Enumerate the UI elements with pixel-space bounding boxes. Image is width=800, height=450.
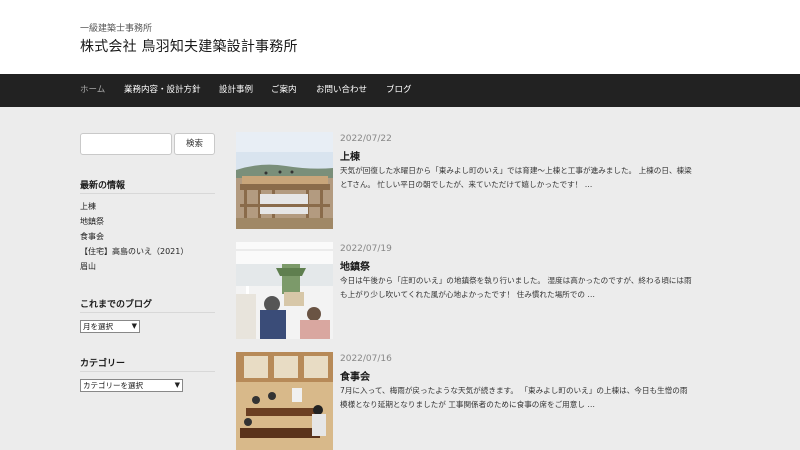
post-thumbnail[interactable] xyxy=(236,132,333,229)
archive-title: これまでのブログ xyxy=(80,300,153,310)
post-date: 2022/07/19 xyxy=(340,244,392,254)
site-subtitle: 一級建築士事務所 xyxy=(80,24,153,34)
widget-divider xyxy=(80,312,215,313)
nav-item-services[interactable]: 業務内容・設計方針 xyxy=(124,74,201,107)
post-thumbnail[interactable] xyxy=(236,352,333,450)
site-header: 一級建築士事務所 株式会社 鳥羽知夫建築設計事務所 xyxy=(0,0,800,74)
recent-post-link[interactable]: 上棟 xyxy=(80,201,96,212)
widget-divider xyxy=(80,193,215,194)
category-select[interactable]: カテゴリーを選択 ▼ xyxy=(80,379,183,392)
main-nav: ホーム 業務内容・設計方針 設計事例 ご案内 お問い合わせ ブログ xyxy=(0,74,800,107)
dinner-party-image xyxy=(236,352,333,450)
category-select-value: カテゴリーを選択 xyxy=(83,381,143,390)
nav-item-home[interactable]: ホーム xyxy=(80,74,105,107)
post-title[interactable]: 上棟 xyxy=(340,148,360,163)
recent-post-link[interactable]: 地鎮祭 xyxy=(80,216,104,227)
post-excerpt: 7月に入って、梅雨が戻ったような天気が続きます。 「東みよし町のいえ」の上棟は、… xyxy=(340,386,688,409)
post-date: 2022/07/16 xyxy=(340,354,392,364)
post-excerpt: 天気が回復した水曜日から「東みよし町のいえ」では育建〜上棟と工事が進みました。 … xyxy=(340,166,692,189)
recent-post-link[interactable]: 食事会 xyxy=(80,231,104,242)
groundbreaking-ceremony-image xyxy=(236,242,333,339)
chevron-down-icon: ▼ xyxy=(131,322,137,330)
recent-posts-title: 最新の情報 xyxy=(80,181,126,191)
post-title[interactable]: 地鎮祭 xyxy=(340,258,370,273)
nav-item-guide[interactable]: ご案内 xyxy=(271,74,297,107)
recent-post-link[interactable]: 【住宅】高島のいえ（2021） xyxy=(80,246,188,257)
site-title[interactable]: 株式会社 鳥羽知夫建築設計事務所 xyxy=(80,36,298,56)
widget-divider xyxy=(80,371,215,372)
nav-item-works[interactable]: 設計事例 xyxy=(219,74,253,107)
post-title[interactable]: 食事会 xyxy=(340,368,370,383)
post-date: 2022/07/22 xyxy=(340,134,392,144)
post-excerpt: 今日は午後から「庄町のいえ」の地鎮祭を執り行いました。 湿度は高かったのですが、… xyxy=(340,276,692,299)
categories-title: カテゴリー xyxy=(80,359,126,369)
post-thumbnail[interactable] xyxy=(236,242,333,339)
archive-select[interactable]: 月を選択 ▼ xyxy=(80,320,140,333)
archive-select-value: 月を選択 xyxy=(83,322,113,331)
nav-item-blog[interactable]: ブログ xyxy=(386,74,412,107)
nav-item-contact[interactable]: お問い合わせ xyxy=(316,74,367,107)
chevron-down-icon: ▼ xyxy=(174,381,180,389)
construction-framing-image xyxy=(236,132,333,229)
search-button[interactable]: 検索 xyxy=(174,133,215,155)
search-input[interactable] xyxy=(80,133,172,155)
recent-post-link[interactable]: 眉山 xyxy=(80,261,96,272)
